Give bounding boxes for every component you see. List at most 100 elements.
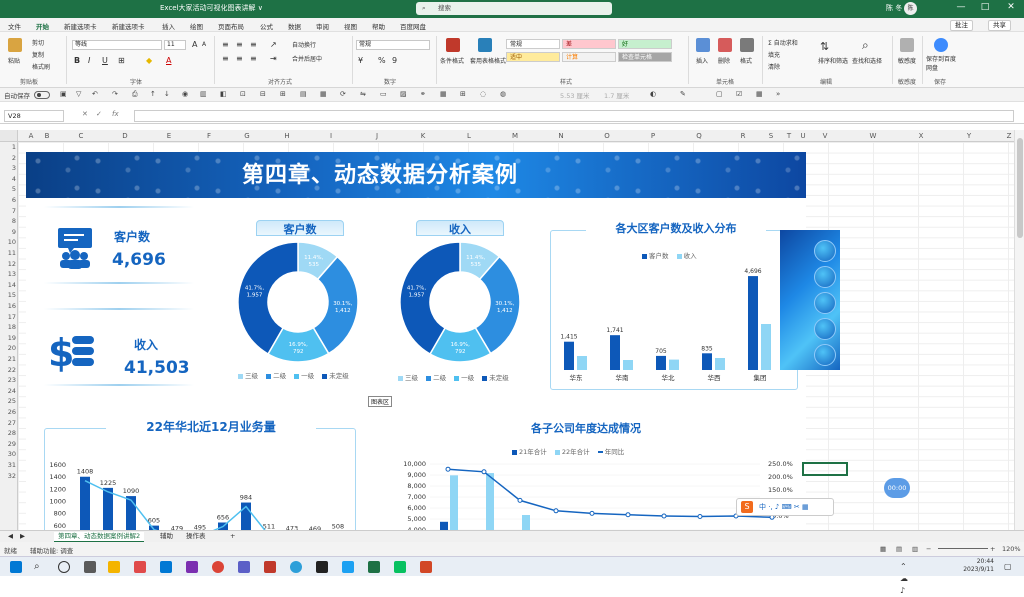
comma-button[interactable]: 9 xyxy=(392,56,397,65)
sensitivity-button[interactable]: 敏感度 xyxy=(898,56,916,65)
row-header[interactable]: 32 xyxy=(0,472,16,480)
formula-input[interactable] xyxy=(134,110,1014,122)
column-header[interactable]: Q xyxy=(692,132,706,140)
column-header[interactable]: R xyxy=(736,132,750,140)
align-middle-icon[interactable]: ≡ xyxy=(236,40,243,49)
delete-cells-button[interactable]: 删除 xyxy=(718,56,730,65)
column-header[interactable]: I xyxy=(324,132,338,140)
tab-new-1[interactable]: 新建选项卡 xyxy=(64,21,97,31)
windows-start-icon[interactable] xyxy=(10,561,22,573)
kpi-customers[interactable]: 客户数 4,696 xyxy=(44,206,198,286)
taskbar-app-icon[interactable] xyxy=(84,561,96,573)
flip-icon[interactable]: ⇋ xyxy=(360,90,366,98)
row-header[interactable]: 18 xyxy=(0,323,16,331)
task-view-icon[interactable] xyxy=(58,561,70,573)
avatar[interactable]: 陈 xyxy=(904,2,917,15)
accessibility-status[interactable]: 辅助功能: 调查 xyxy=(30,545,73,555)
group-icon[interactable]: ⊡ xyxy=(240,90,246,98)
donut-chart-customers[interactable]: 11.4%,53530.1%,1,41216.9%,79241.7%,1,957 xyxy=(228,238,368,368)
region-bar-chart[interactable]: 1,415华东1,741华南705华北835华西4,696集团 xyxy=(556,260,792,386)
enter-icon[interactable]: ✓ xyxy=(96,110,102,118)
row-header[interactable]: 20 xyxy=(0,344,16,352)
taskbar-app-icon[interactable] xyxy=(316,561,328,573)
select-all-corner[interactable] xyxy=(0,130,18,142)
sheet-tab-helper[interactable]: 辅助 xyxy=(156,532,177,541)
row-header[interactable]: 28 xyxy=(0,429,16,437)
distribute-icon[interactable]: ⊞ xyxy=(280,90,286,98)
style-calc[interactable]: 计算 xyxy=(562,52,616,62)
tab-draw[interactable]: 绘图 xyxy=(190,21,203,31)
sogou-icon[interactable]: S xyxy=(741,501,753,513)
chrome-icon[interactable] xyxy=(212,561,224,573)
column-header[interactable]: N xyxy=(554,132,568,140)
scroll-thumb[interactable] xyxy=(1017,138,1023,238)
column-header[interactable]: K xyxy=(416,132,430,140)
column-header[interactable]: X xyxy=(914,132,928,140)
excel-icon[interactable] xyxy=(368,561,380,573)
format-painter-button[interactable]: 格式刷 xyxy=(32,62,50,71)
unhide-icon[interactable]: ◍ xyxy=(500,90,506,98)
sensitivity-icon[interactable] xyxy=(900,38,914,52)
row-header[interactable]: 26 xyxy=(0,408,16,416)
tab-help[interactable]: 帮助 xyxy=(372,21,385,31)
tab-new-2[interactable]: 新建选项卡 xyxy=(112,21,145,31)
row-header[interactable]: 15 xyxy=(0,291,16,299)
column-header[interactable]: E xyxy=(162,132,176,140)
hide-icon[interactable]: ◌ xyxy=(480,90,486,98)
indent-icon[interactable]: ⇥ xyxy=(270,54,277,63)
redo-icon[interactable]: ↷ xyxy=(112,90,118,98)
conditional-format-button[interactable]: 条件格式 xyxy=(440,56,464,65)
baidu-cloud-icon[interactable] xyxy=(934,38,948,52)
font-size-select[interactable]: 11 xyxy=(164,40,186,50)
row-header[interactable]: 5 xyxy=(0,185,16,193)
column-header[interactable]: H xyxy=(280,132,294,140)
save-icon[interactable]: ▣ xyxy=(60,90,67,98)
percent-button[interactable]: % xyxy=(378,56,386,65)
fx-icon[interactable]: fx xyxy=(112,110,119,118)
cancel-icon[interactable]: ✕ xyxy=(82,110,88,118)
tab-formulas[interactable]: 公式 xyxy=(260,21,273,31)
tray-icons[interactable]: ⌃ ☁ ♪ xyxy=(900,561,912,573)
find-select-button[interactable]: 查找和选择 xyxy=(852,56,882,65)
row-header[interactable]: 30 xyxy=(0,450,16,458)
chart-icon[interactable]: ▥ xyxy=(200,90,207,98)
send-back-icon[interactable]: ▦ xyxy=(320,90,327,98)
row-header[interactable]: 23 xyxy=(0,376,16,384)
trend-bar-chart[interactable]: 1600140012001000800600140812251090605479… xyxy=(40,458,370,532)
user-name[interactable]: 陈 冬 xyxy=(886,3,902,13)
format-cells-button[interactable]: 格式 xyxy=(740,56,752,65)
vertical-scrollbar[interactable] xyxy=(1014,130,1024,530)
row-header[interactable]: 2 xyxy=(0,154,16,162)
comment-button[interactable]: 批注 xyxy=(950,20,973,31)
mail-icon[interactable] xyxy=(160,561,172,573)
row-header[interactable]: 13 xyxy=(0,270,16,278)
borders-icon[interactable]: ⊞ xyxy=(118,56,125,65)
print-icon[interactable]: ⎙ xyxy=(132,90,138,99)
column-header[interactable]: G xyxy=(240,132,254,140)
number-format-select[interactable]: 常规 xyxy=(356,40,430,50)
row-header[interactable]: 14 xyxy=(0,281,16,289)
row-header[interactable]: 7 xyxy=(0,207,16,215)
column-header[interactable]: D xyxy=(118,132,132,140)
column-header[interactable]: T xyxy=(782,132,796,140)
style-normal[interactable]: 常规 xyxy=(506,39,560,49)
filter-icon[interactable]: ▽ xyxy=(76,90,81,98)
tab-file[interactable]: 文件 xyxy=(8,21,21,31)
check-icon[interactable]: ☑ xyxy=(736,90,742,98)
kpi-revenue[interactable]: $ 收入 41,503 xyxy=(44,308,198,388)
autosave-toggle[interactable] xyxy=(34,91,50,99)
font-color-icon[interactable]: A xyxy=(166,56,171,65)
currency-icon[interactable]: ¥ xyxy=(358,56,363,65)
name-box[interactable]: V28 xyxy=(4,110,64,122)
style-good[interactable]: 好 xyxy=(618,39,672,49)
insert-cells-button[interactable]: 插入 xyxy=(696,56,708,65)
table-format-button[interactable]: 套用表格格式 xyxy=(470,56,506,65)
search-box[interactable]: ⌕ 搜索 xyxy=(416,2,612,15)
ime-mode-icon[interactable]: 中 ·, ♪ ⌨ ✂ ▦ xyxy=(759,502,809,512)
row-header[interactable]: 25 xyxy=(0,397,16,405)
column-header[interactable]: M xyxy=(508,132,522,140)
sheet-tab-ops[interactable]: 操作表 xyxy=(182,532,210,541)
conditional-format-icon[interactable] xyxy=(446,38,460,52)
zoom-in-icon[interactable]: + xyxy=(990,545,995,553)
column-header[interactable]: U xyxy=(796,132,810,140)
